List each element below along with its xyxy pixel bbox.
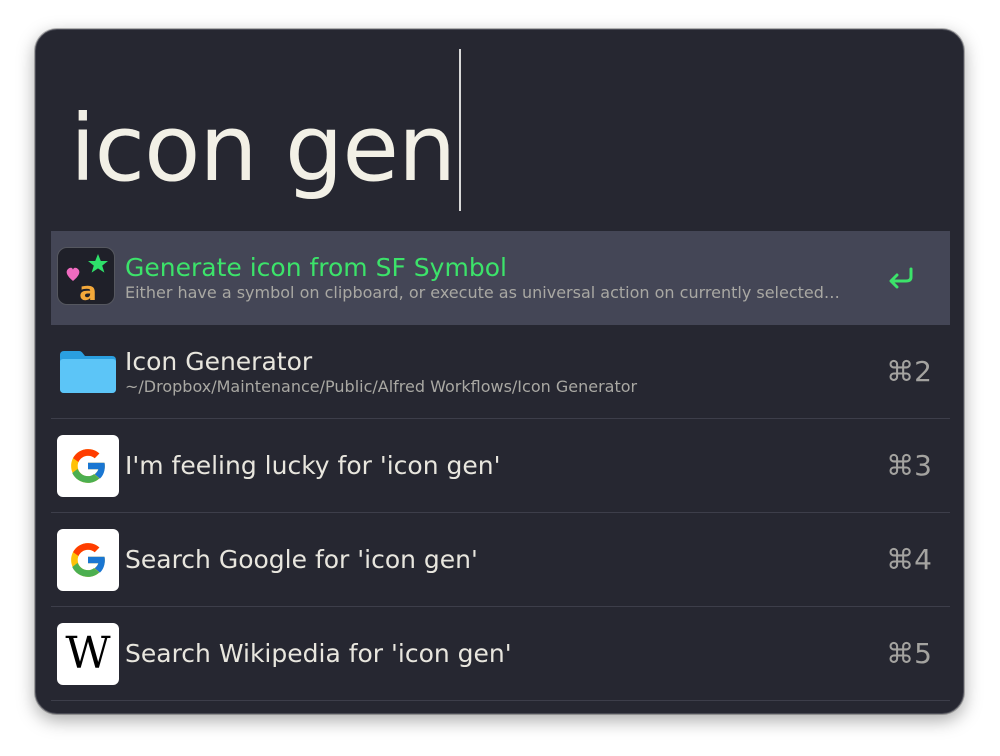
shortcut-label: ⌘4 [886,543,932,576]
result-title: I'm feeling lucky for 'icon gen' [125,451,501,480]
result-row[interactable]: Search Google for 'icon gen' ⌘4 [51,513,950,607]
result-row[interactable]: W Search Wikipedia for 'icon gen' ⌘5 [51,607,950,701]
wikipedia-icon: W [57,623,119,685]
result-title: Generate icon from SF Symbol [125,253,507,282]
result-title: Icon Generator [125,347,313,376]
result-subtitle: Either have a symbol on clipboard, or ex… [125,283,840,302]
results-list: a Generate icon from SF Symbol Either ha… [51,231,950,701]
google-icon [57,529,119,591]
shortcut-label: ⌘2 [886,355,932,388]
launcher-window: icon gen a Generate icon from SF Symbol … [35,29,964,714]
shortcut-label: ⌘5 [886,637,932,670]
svg-text:a: a [79,277,97,306]
text-caret [459,49,461,211]
result-subtitle: ~/Dropbox/Maintenance/Public/Alfred Work… [125,377,638,396]
result-row[interactable]: Icon Generator ~/Dropbox/Maintenance/Pub… [51,325,950,419]
search-input[interactable]: icon gen [70,94,456,204]
search-field[interactable]: icon gen [70,94,456,214]
sf-symbol-app-icon: a [57,247,119,309]
shortcut-label: ⌘3 [886,449,932,482]
result-row-selected[interactable]: a Generate icon from SF Symbol Either ha… [51,231,950,325]
result-title: Search Google for 'icon gen' [125,545,478,574]
folder-icon [57,341,119,403]
result-row[interactable]: I'm feeling lucky for 'icon gen' ⌘3 [51,419,950,513]
return-key-icon [886,263,916,293]
wikipedia-letter: W [65,628,111,679]
result-title: Search Wikipedia for 'icon gen' [125,639,512,668]
google-icon [57,435,119,497]
